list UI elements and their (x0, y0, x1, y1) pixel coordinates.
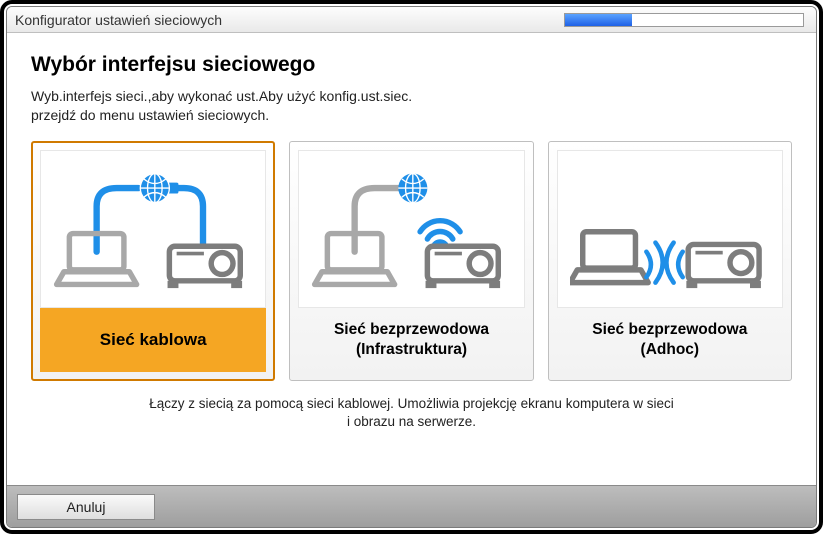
option-infra-label: Sieć bezprzewodowa (Infrastruktura) (298, 308, 524, 372)
option-wireless-infra[interactable]: Sieć bezprzewodowa (Infrastruktura) (289, 141, 533, 381)
option-wired-illustration (40, 150, 266, 308)
projector-icon (426, 246, 501, 288)
projector-icon (686, 244, 761, 288)
wifi-out-icon (646, 242, 662, 282)
wifi-icon (421, 220, 461, 244)
page-instructions: Wyb.interfejs sieci.,aby wykonać ust.Aby… (31, 87, 792, 125)
option-wired[interactable]: Sieć kablowa (31, 141, 275, 381)
option-adhoc-illustration (557, 150, 783, 308)
progress-fill (565, 14, 632, 26)
window-title: Konfigurator ustawień sieciowych (15, 12, 564, 28)
option-infra-illustration (298, 150, 524, 308)
page-heading: Wybór interfejsu sieciowego (31, 53, 792, 77)
cancel-button[interactable]: Anuluj (17, 494, 155, 520)
interface-options: Sieć kablowa (31, 141, 792, 381)
selection-description: Łączy z siecią za pomocą sieci kablowej.… (31, 395, 792, 431)
footer-bar: Anuluj (7, 485, 816, 527)
progress-bar (564, 13, 804, 27)
projector-icon (168, 246, 243, 288)
laptop-icon (570, 232, 648, 283)
option-wired-label: Sieć kablowa (40, 308, 266, 372)
option-wireless-adhoc[interactable]: Sieć bezprzewodowa (Adhoc) (548, 141, 792, 381)
option-adhoc-label: Sieć bezprzewodowa (Adhoc) (557, 308, 783, 372)
titlebar: Konfigurator ustawień sieciowych (7, 7, 816, 33)
wifi-in-icon (666, 242, 682, 282)
